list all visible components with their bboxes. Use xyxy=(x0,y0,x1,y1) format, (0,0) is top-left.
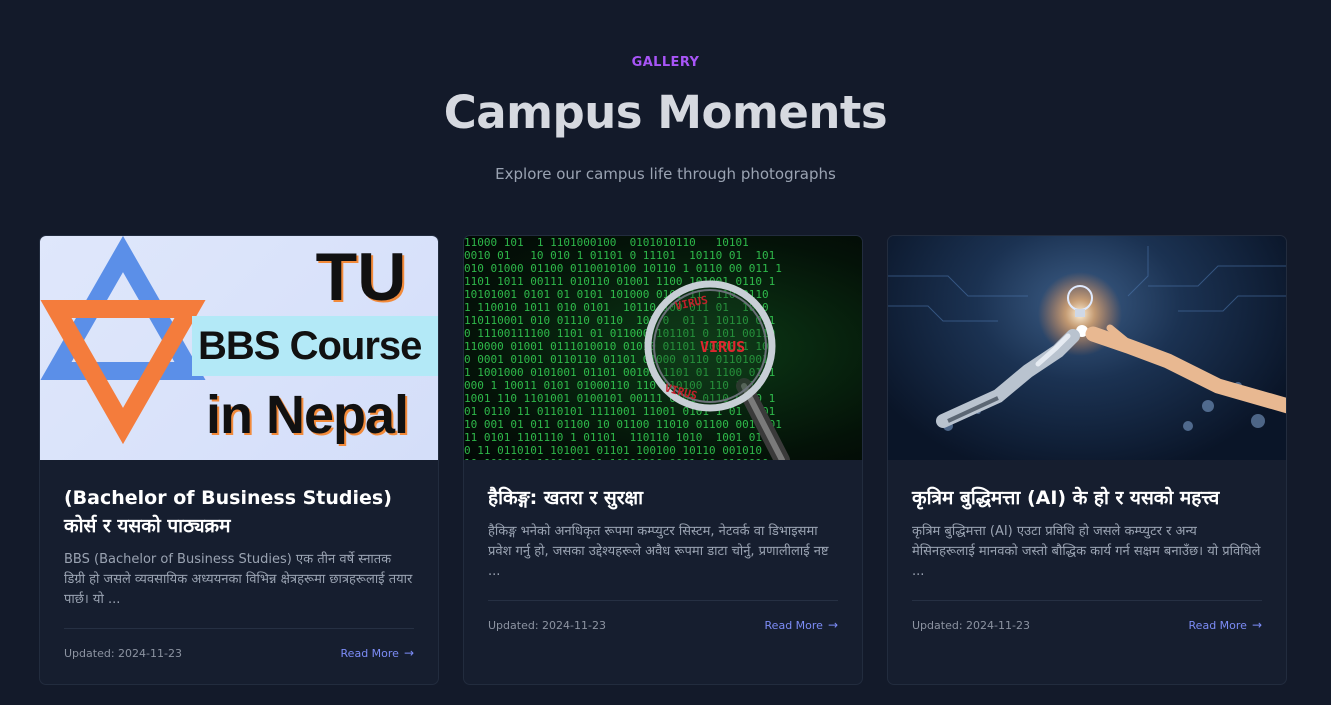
read-more-label: Read More xyxy=(340,646,399,660)
section-subtitle: Explore our campus life through photogra… xyxy=(495,165,836,183)
read-more-link[interactable]: Read More → xyxy=(765,618,838,632)
card-footer: Updated: 2024-11-23 Read More → xyxy=(488,600,838,632)
read-more-link[interactable]: Read More → xyxy=(1189,618,1262,632)
card-image-ai[interactable] xyxy=(888,236,1286,460)
card-footer: Updated: 2024-11-23 Read More → xyxy=(912,600,1262,632)
card-date: Updated: 2024-11-23 xyxy=(912,618,1030,632)
image-text-course: BBS Course xyxy=(198,324,422,368)
gallery-card-hacking[interactable]: 11000 101 1 1101000100 0101010110 10101 … xyxy=(463,235,863,685)
virus-label: VIRUS xyxy=(700,338,745,356)
card-date: Updated: 2024-11-23 xyxy=(488,618,606,632)
card-title[interactable]: (Bachelor of Business Studies) कोर्स र य… xyxy=(64,484,414,540)
image-text-nepal: in Nepal xyxy=(206,385,409,445)
robot-human-hand-illustration xyxy=(888,246,1286,431)
read-more-label: Read More xyxy=(764,618,823,632)
arrow-right-icon: → xyxy=(827,618,838,632)
gallery-card-bbs[interactable]: TU BBS Course in Nepal (Bachelor of Busi… xyxy=(39,235,439,685)
card-image-hacking[interactable]: 11000 101 1 1101000100 0101010110 10101 … xyxy=(464,236,862,460)
card-title[interactable]: हैकिङ्ग: खतरा र सुरक्षा xyxy=(488,484,838,512)
card-footer: Updated: 2024-11-23 Read More → xyxy=(64,628,414,660)
gallery-card-ai[interactable]: कृत्रिम बुद्धिमत्ता (AI) के हो र यसको मह… xyxy=(887,235,1287,685)
card-excerpt: हैकिङ्ग भनेको अनधिकृत रूपमा कम्प्युटर सि… xyxy=(488,524,829,579)
magnifier-icon: VIRUS VIRUS VIRUS xyxy=(644,280,790,460)
image-text-tu: TU xyxy=(315,239,407,315)
section-eyebrow: GALLERY xyxy=(631,55,700,70)
card-image-bbs[interactable]: TU BBS Course in Nepal xyxy=(40,236,438,460)
card-title[interactable]: कृत्रिम बुद्धिमत्ता (AI) के हो र यसको मह… xyxy=(912,484,1262,512)
card-excerpt: BBS (Bachelor of Business Studies) एक ती… xyxy=(64,552,413,607)
section-title: Campus Moments xyxy=(443,86,888,139)
arrow-right-icon: → xyxy=(1251,618,1262,632)
read-more-label: Read More xyxy=(1188,618,1247,632)
arrow-right-icon: → xyxy=(403,646,414,660)
card-date: Updated: 2024-11-23 xyxy=(64,646,182,660)
read-more-link[interactable]: Read More → xyxy=(341,646,414,660)
card-excerpt: कृत्रिम बुद्धिमत्ता (AI) एउटा प्रविधि हो… xyxy=(912,524,1261,579)
